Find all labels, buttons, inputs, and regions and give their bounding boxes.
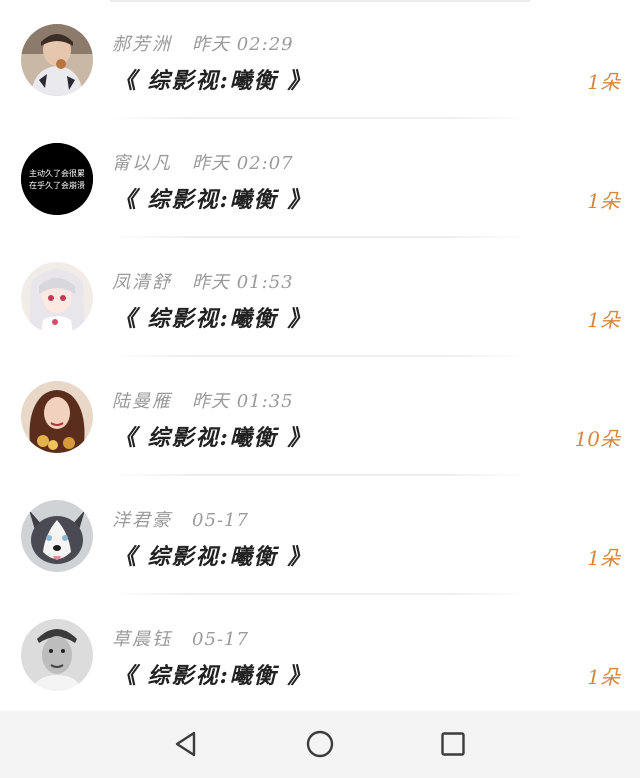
sender-name: 甯以凡 — [112, 153, 172, 174]
gift-count: 1朵 — [587, 546, 620, 570]
man-portrait-avatar-image — [21, 619, 93, 691]
recents-button[interactable] — [435, 726, 471, 762]
list-item[interactable]: 凤清舒 昨天 01:53 《 综影视:曦衡 》 1朵 — [0, 238, 640, 357]
sender-meta: 郝芳洲 昨天 02:29 — [112, 30, 294, 56]
woman-flowers-avatar-image — [21, 381, 93, 453]
sent-time: 昨天 01:35 — [192, 391, 294, 412]
sender-name: 陆曼雁 — [112, 391, 172, 412]
avatar-text-line-1: 主动久了会很累 — [29, 168, 85, 178]
list-item[interactable]: 郝芳洲 昨天 02:29 《 综影视:曦衡 》 1朵 — [0, 0, 640, 119]
gift-count: 1朵 — [587, 308, 620, 332]
list-item[interactable]: 陆曼雁 昨天 01:35 《 综影视:曦衡 》 10朵 — [0, 357, 640, 476]
square-recents-icon — [441, 732, 465, 756]
anime-girl-avatar-image — [21, 262, 93, 334]
list-item[interactable]: 主动久了会很累 在乎久了会崩溃 甯以凡 昨天 02:07 《 综影视:曦衡 》 1… — [0, 119, 640, 238]
gift-message: 《 综影视:曦衡 》 — [114, 425, 312, 451]
gift-message: 《 综影视:曦衡 》 — [114, 544, 312, 570]
back-button[interactable] — [168, 726, 204, 762]
avatar[interactable] — [21, 619, 93, 691]
gift-count: 1朵 — [587, 189, 620, 213]
avatar-text-line-2: 在乎久了会崩溃 — [29, 180, 85, 190]
gift-message: 《 综影视:曦衡 》 — [114, 663, 312, 689]
avatar[interactable] — [21, 24, 93, 96]
sender-name: 洋君豪 — [112, 510, 172, 531]
gift-message: 《 综影视:曦衡 》 — [114, 306, 312, 332]
circle-home-icon — [306, 730, 334, 758]
avatar[interactable] — [21, 500, 93, 572]
sent-time: 05-17 — [192, 629, 249, 650]
sent-time: 昨天 01:53 — [192, 272, 294, 293]
young-man-avatar-image — [21, 24, 93, 96]
avatar[interactable] — [21, 262, 93, 334]
home-button[interactable] — [302, 726, 338, 762]
system-navigation-bar — [0, 711, 640, 778]
sender-name: 郝芳洲 — [112, 34, 172, 55]
gift-message: 《 综影视:曦衡 》 — [114, 68, 312, 94]
avatar[interactable] — [21, 381, 93, 453]
gift-count: 10朵 — [574, 427, 620, 451]
list-item[interactable]: 草晨钰 05-17 《 综影视:曦衡 》 1朵 — [0, 595, 640, 714]
sender-meta: 陆曼雁 昨天 01:35 — [112, 387, 294, 413]
gift-count: 1朵 — [587, 70, 620, 94]
sent-time: 昨天 02:07 — [192, 153, 294, 174]
sender-meta: 凤清舒 昨天 01:53 — [112, 268, 294, 294]
sender-meta: 洋君豪 05-17 — [112, 506, 249, 532]
triangle-back-icon — [175, 731, 196, 757]
husky-dog-avatar-image — [21, 500, 93, 572]
list-item[interactable]: 洋君豪 05-17 《 综影视:曦衡 》 1朵 — [0, 476, 640, 595]
gift-message: 《 综影视:曦衡 》 — [114, 187, 312, 213]
sender-meta: 草晨钰 05-17 — [112, 625, 249, 651]
sent-time: 05-17 — [192, 510, 249, 531]
black-text-avatar-image: 主动久了会很累 在乎久了会崩溃 — [21, 143, 93, 215]
sent-time: 昨天 02:29 — [192, 34, 294, 55]
gift-count: 1朵 — [587, 665, 620, 689]
sender-name: 凤清舒 — [112, 272, 172, 293]
sender-meta: 甯以凡 昨天 02:07 — [112, 149, 294, 175]
gift-list: 郝芳洲 昨天 02:29 《 综影视:曦衡 》 1朵 主动久了会很累 在乎久了会崩… — [0, 0, 640, 711]
sender-name: 草晨钰 — [112, 629, 172, 650]
avatar[interactable]: 主动久了会很累 在乎久了会崩溃 — [21, 143, 93, 215]
